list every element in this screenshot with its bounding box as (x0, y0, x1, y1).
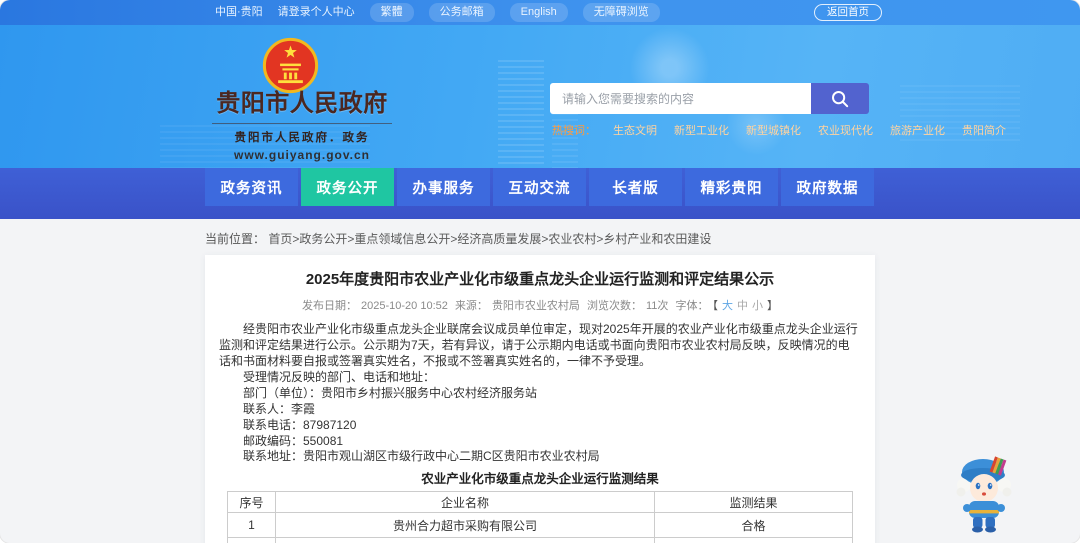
main-nav: 政务资讯 政务公开 办事服务 互动交流 长者版 精彩贵阳 政府数据 (0, 168, 1080, 219)
source-label: 来源： (454, 300, 488, 312)
page: 中国·贵阳 请登录个人中心 繁體 公务邮箱 English 无障碍浏览 返回首页 (0, 0, 1080, 543)
nav-tabs: 政务资讯 政务公开 办事服务 互动交流 长者版 精彩贵阳 政府数据 (205, 168, 877, 206)
nav-tab-label: 长者版 (612, 180, 659, 197)
font-size-medium[interactable]: 中 (737, 300, 748, 312)
font-size-small[interactable]: 小 (752, 300, 763, 312)
font-size-label: 字体： (675, 300, 709, 312)
nav-tab[interactable]: 办事服务 (397, 168, 490, 206)
article-paragraph: 联系地址：贵阳市观山湖区市级行政中心二期C区贵阳市农业农村局 (243, 449, 600, 464)
bracket: 】 (766, 300, 778, 312)
search-button[interactable] (811, 83, 869, 114)
nav-tab-label: 政务公开 (316, 180, 379, 197)
hot-word-link[interactable]: 新型城镇化 (746, 122, 801, 138)
article-paragraph: 邮政编码：550081 (243, 433, 344, 448)
article-paragraph: 联系电话：87987120 (243, 417, 357, 432)
views-value: 11次 (646, 300, 669, 312)
nav-tab[interactable]: 长者版 (589, 168, 682, 206)
publish-date: 2025-10-20 10:52 (361, 300, 448, 312)
article-title: 2025年度贵阳市农业产业化市级重点龙头企业运行监测和评定结果公示 (305, 271, 775, 288)
mascot-character[interactable] (952, 452, 1016, 534)
table-row: 1 贵州合力超市采购有限公司 合格 (227, 512, 853, 539)
cell-result: 合格 (654, 512, 853, 539)
font-size-large[interactable]: 大 (722, 300, 733, 312)
table-row: 2 贵州友禾种业有限公司 合格 (227, 537, 853, 543)
back-to-home-button[interactable]: 返回首页 (814, 4, 882, 21)
source-value: 贵阳市农业农村局 (491, 300, 580, 312)
site-name: 贵阳市人民政府 (216, 90, 388, 117)
hot-word-link[interactable]: 旅游产业化 (890, 122, 945, 138)
site-identity: 贵阳市人民政府 贵阳市人民政府．政务 www.guiyang.gov.cn (206, 83, 398, 162)
header-index: 序号 (227, 491, 276, 514)
cell-company: 贵州友禾种业有限公司 (275, 537, 655, 543)
search-icon (832, 90, 849, 107)
topbar-link[interactable]: 无障碍浏览 (582, 3, 660, 22)
nav-tab[interactable]: 精彩贵阳 (685, 168, 778, 206)
nav-tab-label: 政务资讯 (220, 180, 283, 197)
nav-tab-label: 政府数据 (796, 180, 859, 197)
divider (212, 123, 392, 124)
hot-word-link[interactable]: 新型工业化 (674, 122, 729, 138)
hot-search-words: 热搜词： 生态文明 新型工业化 新型城镇化 农业现代化 旅游产业化 贵阳简介 (552, 122, 1006, 138)
nav-tab[interactable]: 政务公开 (301, 168, 394, 206)
breadcrumb-label: 当前位置： (205, 232, 266, 246)
skyline-decoration (498, 60, 544, 168)
bracket: 【 (712, 300, 718, 312)
site-url: www.guiyang.gov.cn (233, 148, 370, 162)
topbar-link[interactable]: 公务邮箱 (428, 3, 495, 22)
publish-date-label: 发布日期： (302, 300, 358, 312)
cell-index: 2 (227, 537, 276, 543)
topbar-link[interactable]: 中国·贵阳 (215, 5, 263, 20)
breadcrumb-path[interactable]: 首页>政务公开>重点领域信息公开>经济高质量发展>农业农村>乡村产业和农田建设 (268, 232, 711, 246)
hot-word-link[interactable]: 贵阳简介 (962, 122, 1006, 138)
top-utility-bar: 中国·贵阳 请登录个人中心 繁體 公务邮箱 English 无障碍浏览 返回首页 (0, 0, 1080, 25)
article-paragraph: 受理情况反映的部门、电话和地址： (243, 370, 436, 385)
article-card: 2025年度贵阳市农业产业化市级重点龙头企业运行监测和评定结果公示 发布日期： 2… (205, 255, 875, 543)
search-bar (550, 83, 869, 114)
cell-index: 1 (227, 512, 276, 539)
nav-tab-label: 互动交流 (508, 180, 571, 197)
hot-words-list: 生态文明 新型工业化 新型城镇化 农业现代化 旅游产业化 贵阳简介 (613, 122, 1006, 138)
topbar-links: 中国·贵阳 请登录个人中心 繁體 公务邮箱 English 无障碍浏览 (215, 3, 660, 22)
article-paragraph: 联系人：李霞 (243, 401, 316, 416)
hot-word-link[interactable]: 生态文明 (613, 122, 657, 138)
article-paragraph: 部门（单位）：贵阳市乡村振兴服务中心农村经济服务站 (243, 386, 538, 401)
header-result: 监测结果 (654, 491, 853, 514)
nav-tab[interactable]: 互动交流 (493, 168, 586, 206)
nav-tab-label: 精彩贵阳 (700, 180, 763, 197)
topbar-link[interactable]: 请登录个人中心 (278, 5, 355, 20)
cell-company: 贵州合力超市采购有限公司 (275, 512, 655, 539)
table-header-row: 序号 企业名称 监测结果 (227, 491, 853, 514)
search-input[interactable] (550, 83, 811, 114)
article-body: 经贵阳市农业产业化市级重点龙头企业联席会议成员单位审定，现对2025年开展的农业… (219, 322, 861, 465)
hot-words-label: 热搜词： (552, 125, 596, 137)
table-caption: 农业产业化市级重点龙头企业运行监测结果 (421, 472, 659, 487)
views-label: 浏览次数： (587, 300, 642, 312)
header-company: 企业名称 (275, 491, 655, 514)
topbar-link[interactable]: English (509, 3, 568, 22)
site-subtitle: 贵阳市人民政府．政务 (234, 132, 370, 144)
article-paragraph: 经贵阳市农业产业化市级重点龙头企业联席会议成员单位审定，现对2025年开展的农业… (219, 322, 858, 368)
breadcrumb: 当前位置： 首页>政务公开>重点领域信息公开>经济高质量发展>农业农村>乡村产业… (205, 230, 711, 247)
nav-tab-label: 办事服务 (412, 180, 475, 197)
article-meta: 发布日期： 2025-10-20 10:52 来源： 贵阳市农业农村局 浏览次数： 1… (219, 297, 861, 313)
nav-tab[interactable]: 政务资讯 (205, 168, 298, 206)
hot-word-link[interactable]: 农业现代化 (818, 122, 873, 138)
cell-result: 合格 (654, 537, 853, 543)
topbar-link[interactable]: 繁體 (369, 3, 414, 22)
monitoring-result-table: 序号 企业名称 监测结果 1 贵州合力超市采购有限公司 合格 2 贵州友禾种业 (227, 491, 853, 543)
nav-tab[interactable]: 政府数据 (781, 168, 874, 206)
site-header: 贵阳市人民政府 贵阳市人民政府．政务 www.guiyang.gov.cn 热搜… (0, 25, 1080, 168)
